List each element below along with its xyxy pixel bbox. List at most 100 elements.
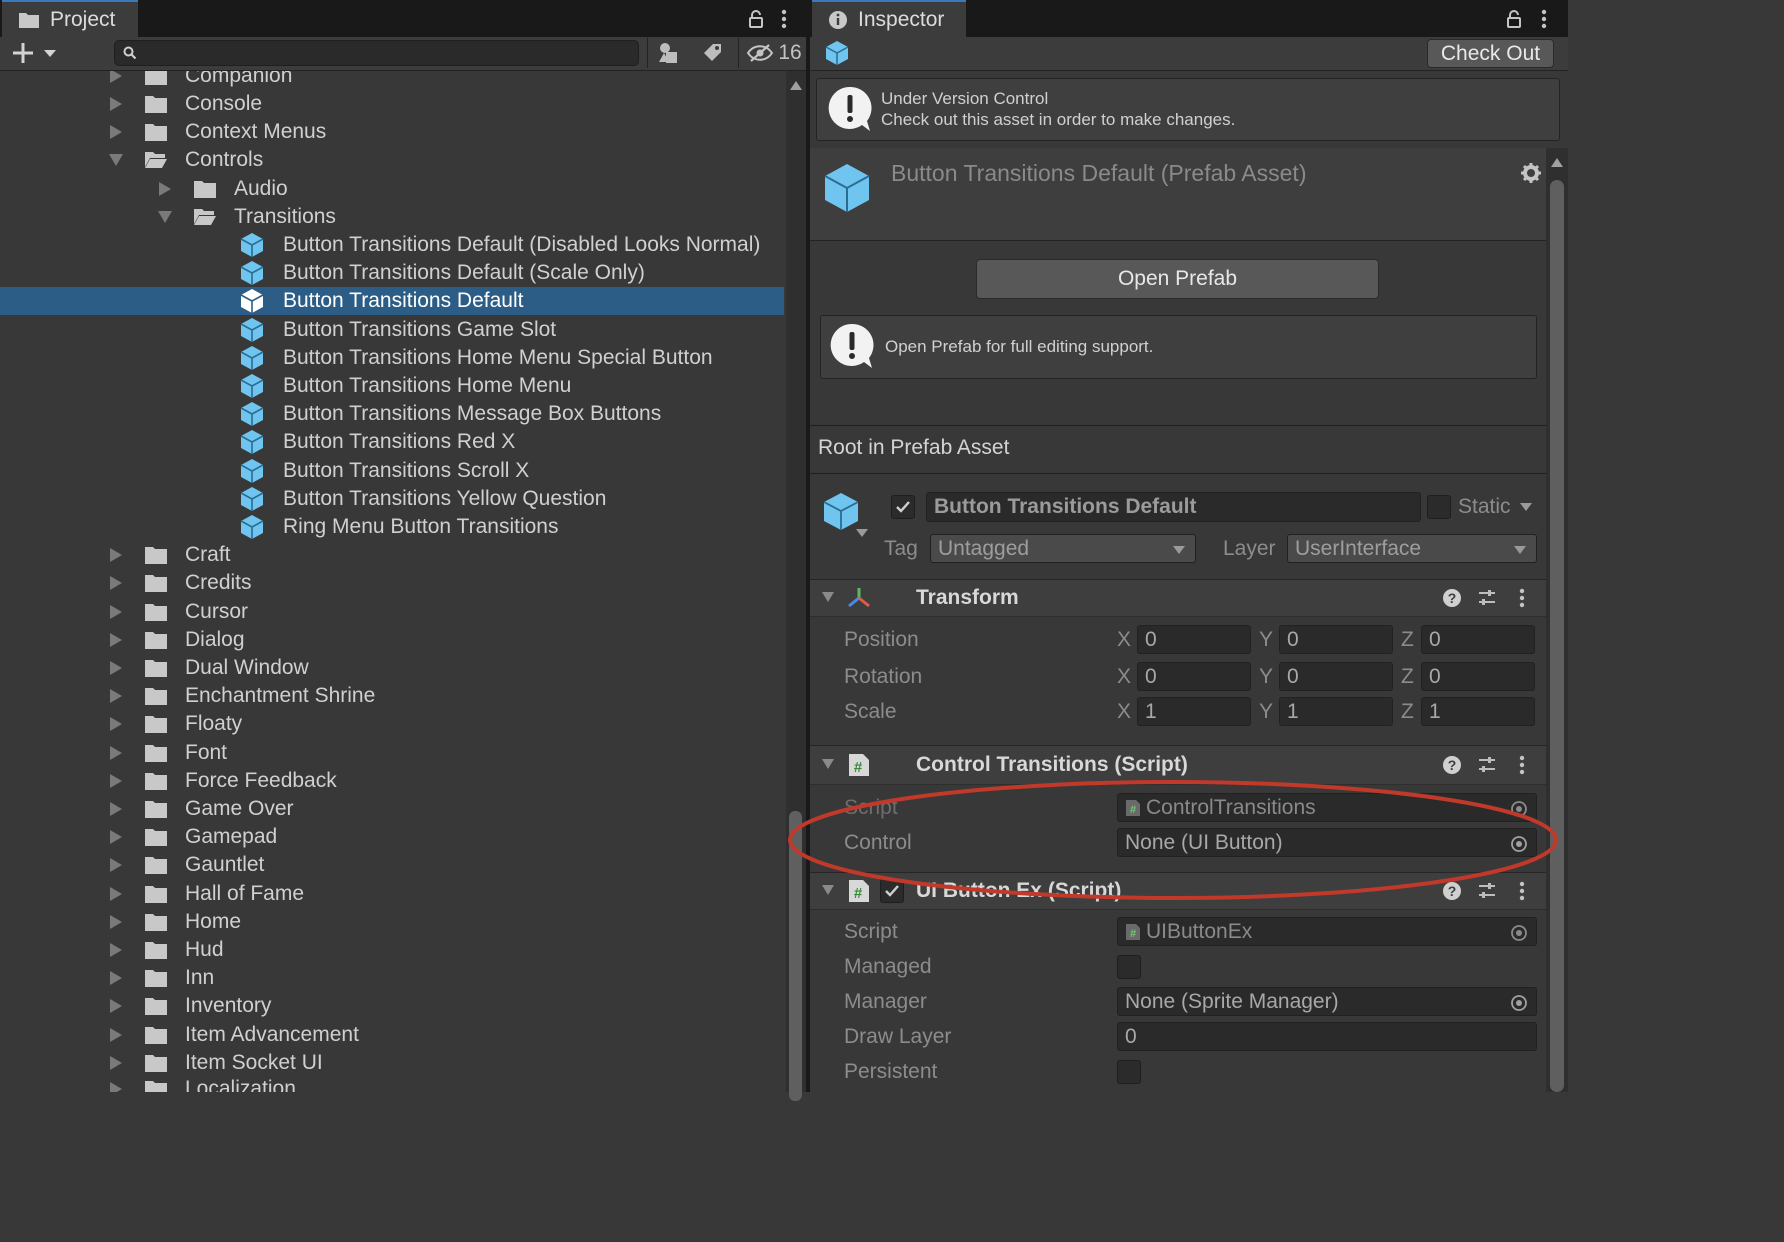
- manager-field[interactable]: None (Sprite Manager): [1117, 987, 1537, 1016]
- axis-label-x[interactable]: X: [1117, 700, 1131, 724]
- tree-folder-row[interactable]: Hud: [0, 936, 784, 964]
- transform-scale-y-field[interactable]: 1: [1279, 697, 1393, 726]
- tree-folder-row[interactable]: Controls: [0, 146, 784, 174]
- object-picker-icon[interactable]: [1510, 994, 1528, 1012]
- scroll-up-arrow-icon[interactable]: [790, 81, 802, 90]
- static-checkbox[interactable]: [1427, 495, 1451, 519]
- transform-header[interactable]: Transform ?: [810, 579, 1546, 617]
- kebab-menu-icon[interactable]: [774, 6, 794, 32]
- persistent-checkbox[interactable]: [1117, 1060, 1141, 1084]
- tree-folder-row[interactable]: Item Socket UI: [0, 1049, 784, 1077]
- collapsed-arrow-icon[interactable]: [110, 745, 122, 760]
- transform-rotation-y-field[interactable]: 0: [1279, 662, 1393, 691]
- managed-checkbox[interactable]: [1117, 955, 1141, 979]
- chevron-down-icon[interactable]: [856, 529, 868, 537]
- collapsed-arrow-icon[interactable]: [110, 661, 122, 675]
- transform-scale-x-field[interactable]: 1: [1137, 697, 1251, 726]
- tree-folder-row[interactable]: Transitions: [0, 203, 784, 231]
- tree-folder-row[interactable]: Dual Window: [0, 654, 784, 682]
- collapsed-arrow-icon[interactable]: [110, 97, 122, 111]
- transform-rotation-z-field[interactable]: 0: [1421, 662, 1535, 691]
- presets-icon[interactable]: [1477, 588, 1497, 608]
- hidden-packages-toggle[interactable]: 16: [744, 40, 804, 66]
- transform-rotation-x-field[interactable]: 0: [1137, 662, 1251, 691]
- transform-position-z-field[interactable]: 0: [1421, 625, 1535, 654]
- tree-folder-row[interactable]: Force Feedback: [0, 767, 784, 795]
- help-icon[interactable]: ?: [1442, 588, 1462, 608]
- tree-folder-row[interactable]: Inventory: [0, 992, 784, 1020]
- tree-folder-row[interactable]: Enchantment Shrine: [0, 682, 784, 710]
- tree-folder-row[interactable]: Floaty: [0, 710, 784, 738]
- tree-folder-row[interactable]: Gamepad: [0, 823, 784, 851]
- tree-folder-row[interactable]: Gauntlet: [0, 851, 784, 879]
- tree-folder-row[interactable]: Context Menus: [0, 118, 784, 146]
- project-scrollbar[interactable]: [786, 71, 806, 1101]
- axis-label-y[interactable]: Y: [1259, 628, 1273, 652]
- tree-prefab-row[interactable]: Button Transitions Home Menu Special But…: [0, 344, 784, 372]
- collapsed-arrow-icon[interactable]: [110, 1055, 122, 1070]
- collapsed-arrow-icon[interactable]: [110, 548, 122, 563]
- collapsed-arrow-icon[interactable]: [159, 181, 171, 196]
- tree-folder-row[interactable]: Inn: [0, 964, 784, 992]
- collapsed-arrow-icon[interactable]: [110, 1027, 122, 1042]
- tree-prefab-row[interactable]: Button Transitions Home Menu: [0, 372, 784, 400]
- collapsed-arrow-icon[interactable]: [110, 914, 122, 929]
- collapsed-arrow-icon[interactable]: [110, 773, 122, 788]
- help-icon[interactable]: ?: [1442, 755, 1462, 775]
- collapsed-arrow-icon[interactable]: [110, 943, 122, 957]
- object-picker-icon[interactable]: [1510, 924, 1528, 942]
- collapsed-arrow-icon[interactable]: [110, 125, 122, 140]
- tree-row-partial-bottom[interactable]: Localization: [0, 1075, 786, 1092]
- draw-layer-field[interactable]: 0: [1117, 1022, 1537, 1051]
- axis-label-x[interactable]: X: [1117, 628, 1131, 652]
- tree-folder-row[interactable]: Hall of Fame: [0, 880, 784, 908]
- inspector-scrollbar[interactable]: [1546, 148, 1568, 1092]
- collapsed-arrow-icon[interactable]: [110, 830, 122, 845]
- transform-position-y-field[interactable]: 0: [1279, 625, 1393, 654]
- collapsed-arrow-icon[interactable]: [110, 858, 122, 873]
- tree-folder-row[interactable]: Home: [0, 908, 784, 936]
- tree-folder-row[interactable]: Audio: [0, 175, 784, 203]
- tree-prefab-row[interactable]: Button Transitions Game Slot: [0, 316, 784, 344]
- collapsed-arrow-icon[interactable]: [110, 717, 122, 732]
- create-dropdown-button[interactable]: [8, 40, 60, 66]
- scrollbar-thumb[interactable]: [1550, 180, 1564, 1092]
- collapsed-arrow-icon[interactable]: [110, 971, 122, 986]
- lock-icon[interactable]: [744, 6, 768, 32]
- search-by-type-icon[interactable]: [652, 40, 686, 66]
- transform-position-x-field[interactable]: 0: [1137, 625, 1251, 654]
- collapsed-arrow-icon[interactable]: [110, 802, 122, 816]
- collapsed-arrow-icon[interactable]: [110, 604, 122, 619]
- axis-label-z[interactable]: Z: [1401, 700, 1414, 724]
- tree-prefab-row[interactable]: Button Transitions Scroll X: [0, 457, 784, 485]
- tree-prefab-row[interactable]: Button Transitions Red X: [0, 428, 784, 456]
- static-dropdown-icon[interactable]: [1520, 503, 1532, 511]
- axis-label-z[interactable]: Z: [1401, 628, 1414, 652]
- tree-folder-row[interactable]: Cursor: [0, 598, 784, 626]
- axis-label-y[interactable]: Y: [1259, 700, 1273, 724]
- check-out-button[interactable]: Check Out: [1427, 39, 1554, 68]
- tree-row-partial-top[interactable]: Companion: [0, 71, 786, 90]
- tree-prefab-row[interactable]: Button Transitions Default (Scale Only): [0, 259, 784, 287]
- tree-folder-row[interactable]: Item Advancement: [0, 1021, 784, 1049]
- layer-dropdown[interactable]: UserInterface: [1287, 534, 1537, 563]
- tree-folder-row[interactable]: Credits: [0, 569, 784, 597]
- tree-folder-row[interactable]: Game Over: [0, 795, 784, 823]
- lock-icon[interactable]: [1502, 6, 1526, 32]
- collapsed-arrow-icon[interactable]: [110, 576, 122, 591]
- tree-folder-row[interactable]: Console: [0, 90, 784, 118]
- gameobject-name-field[interactable]: Button Transitions Default: [926, 492, 1421, 522]
- active-checkbox[interactable]: [891, 495, 915, 519]
- foldout-arrow-icon[interactable]: [822, 592, 834, 602]
- open-prefab-button[interactable]: Open Prefab: [976, 259, 1379, 299]
- expanded-arrow-icon[interactable]: [109, 154, 123, 167]
- collapsed-arrow-icon[interactable]: [110, 632, 122, 647]
- tab-project[interactable]: Project: [2, 0, 138, 37]
- kebab-menu-icon[interactable]: [1534, 6, 1554, 32]
- kebab-menu-icon[interactable]: [1519, 755, 1525, 775]
- tab-inspector[interactable]: Inspector: [812, 0, 966, 37]
- collapsed-arrow-icon[interactable]: [110, 689, 122, 704]
- axis-label-y[interactable]: Y: [1259, 665, 1273, 689]
- presets-icon[interactable]: [1477, 755, 1497, 775]
- tree-prefab-row[interactable]: Ring Menu Button Transitions: [0, 513, 784, 541]
